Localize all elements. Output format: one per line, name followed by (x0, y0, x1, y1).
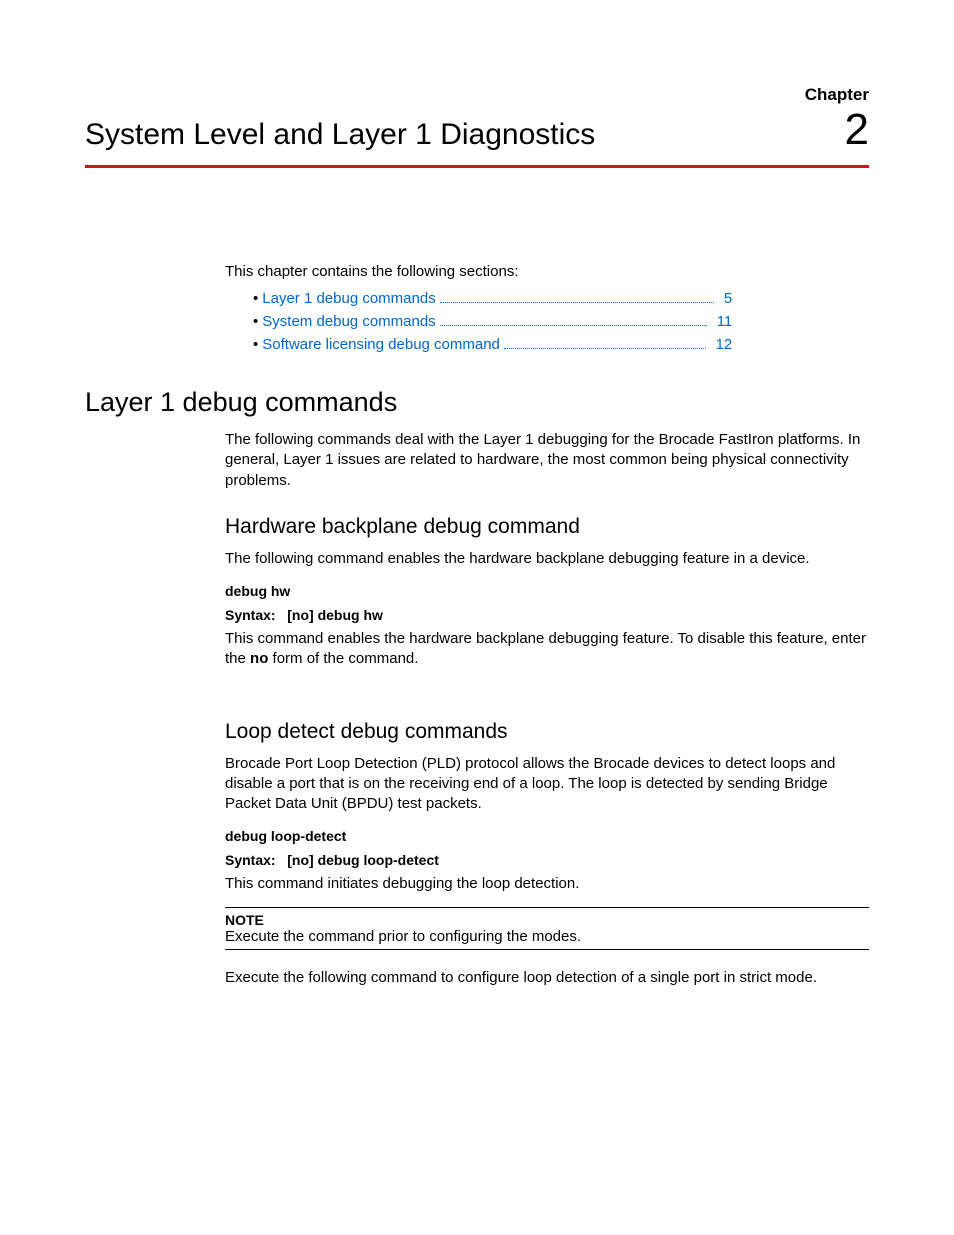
bullet-icon: • (253, 290, 258, 307)
toc-item: • Layer 1 debug commands 5 (253, 290, 869, 307)
chapter-rule (85, 165, 869, 168)
syntax-label: Syntax: (225, 852, 276, 868)
body-text: The following command enables the hardwa… (225, 549, 869, 569)
body-text: This command initiates debugging the loo… (225, 874, 869, 894)
toc-leader (440, 302, 714, 303)
chapter-title: System Level and Layer 1 Diagnostics (85, 118, 595, 152)
note-label: NOTE (225, 912, 869, 928)
toc-leader (440, 325, 707, 326)
text-fragment: form of the command. (268, 650, 418, 667)
text-fragment-bold: no (250, 650, 268, 667)
toc-list: • Layer 1 debug commands 5 • System debu… (225, 290, 869, 353)
toc-link[interactable]: System debug commands (262, 313, 435, 330)
section-title: Layer 1 debug commands (85, 387, 869, 418)
chapter-label: Chapter (85, 85, 869, 105)
toc-page[interactable]: 12 (710, 336, 733, 353)
command-label: debug loop-detect (225, 828, 869, 844)
note-text: Execute the command prior to configuring… (225, 928, 869, 945)
toc-page[interactable]: 5 (718, 290, 732, 307)
toc-link[interactable]: Layer 1 debug commands (262, 290, 435, 307)
subsection-title: Loop detect debug commands (225, 720, 869, 744)
bullet-icon: • (253, 313, 258, 330)
syntax-text: [no] debug loop-detect (287, 852, 439, 868)
body-text: Execute the following command to configu… (225, 968, 869, 988)
toc-leader (504, 348, 706, 349)
section-intro: The following commands deal with the Lay… (225, 430, 869, 491)
chapter-header: Chapter System Level and Layer 1 Diagnos… (85, 85, 869, 168)
note-box: NOTE Execute the command prior to config… (225, 907, 869, 950)
toc-item: • System debug commands 11 (253, 313, 869, 330)
syntax-line: Syntax: [no] debug hw (225, 607, 869, 623)
bullet-icon: • (253, 336, 258, 353)
body-text: Brocade Port Loop Detection (PLD) protoc… (225, 754, 869, 815)
syntax-line: Syntax: [no] debug loop-detect (225, 852, 869, 868)
syntax-text: [no] debug hw (287, 607, 383, 623)
subsection-title: Hardware backplane debug command (225, 515, 869, 539)
syntax-label: Syntax: (225, 607, 276, 623)
toc-link[interactable]: Software licensing debug command (262, 336, 500, 353)
chapter-number: 2 (845, 105, 869, 155)
intro-text: This chapter contains the following sect… (225, 263, 869, 280)
body-text: This command enables the hardware backpl… (225, 629, 869, 670)
toc-item: • Software licensing debug command 12 (253, 336, 869, 353)
command-label: debug hw (225, 583, 869, 599)
toc-page[interactable]: 11 (711, 313, 733, 330)
